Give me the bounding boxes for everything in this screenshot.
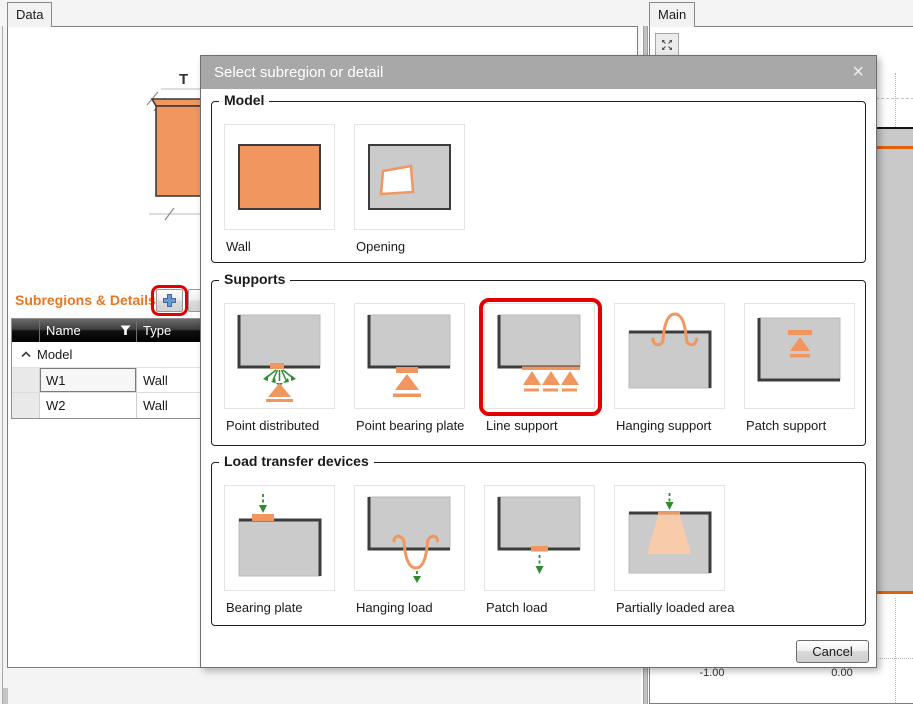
table-row-w1[interactable]: W1 Wall (12, 368, 200, 393)
close-icon[interactable]: × (852, 59, 864, 86)
filter-icon[interactable] (120, 325, 131, 336)
select-subregion-dialog: Select subregion or detail × Model Wall (200, 55, 877, 668)
plus-icon (162, 293, 177, 308)
bearing-plate-icon (232, 492, 327, 584)
cell-w2-type[interactable]: Wall (137, 393, 200, 418)
tab-data[interactable]: Data (7, 2, 52, 27)
subregions-table: Name Type Model W1 Wall W2 Wall (11, 318, 201, 419)
collapse-icon[interactable] (21, 351, 31, 358)
cell-w2-name[interactable]: W2 (40, 393, 137, 418)
group-row-label: Model (37, 347, 72, 362)
wall-icon (232, 131, 327, 223)
column-type-label: Type (143, 323, 171, 338)
add-subregion-button[interactable] (156, 289, 183, 312)
line-support-icon (492, 310, 587, 402)
guide-line (895, 73, 896, 129)
table-corner-cell (12, 319, 40, 342)
partially-loaded-area-icon (622, 492, 717, 584)
group-model-label: Model (219, 92, 269, 108)
tile-opening[interactable]: Opening (354, 124, 467, 254)
table-row-w2[interactable]: W2 Wall (12, 393, 200, 418)
row-header[interactable] (12, 368, 40, 392)
fit-view-button[interactable] (655, 33, 679, 57)
tile-patch-load[interactable]: Patch load (484, 485, 597, 615)
window-edge-line (2, 26, 3, 704)
expand-arrows-icon (660, 38, 674, 52)
cancel-button[interactable]: Cancel (796, 640, 869, 663)
tab-main[interactable]: Main (649, 2, 695, 27)
scrollbar-fragment[interactable] (3, 688, 8, 704)
patch-support-icon (752, 310, 847, 402)
tile-hanging-support[interactable]: Hanging support (614, 303, 727, 433)
table-header-row: Name Type (12, 319, 200, 342)
group-supports: Supports Point distribu (211, 280, 866, 446)
tile-partially-loaded-area[interactable]: Partially loaded area (614, 485, 727, 615)
group-load-transfer-label: Load transfer devices (219, 453, 374, 469)
tile-patch-support[interactable]: Patch support (744, 303, 857, 433)
group-supports-label: Supports (219, 271, 290, 287)
opening-icon (362, 131, 457, 223)
guide-line (871, 98, 913, 99)
table-group-row-model[interactable]: Model (12, 342, 200, 368)
tile-point-distributed[interactable]: Point distributed (224, 303, 337, 433)
patch-load-icon (492, 492, 587, 584)
column-header-name[interactable]: Name (40, 319, 137, 342)
dimension-label-T: T (179, 71, 188, 88)
tile-line-support[interactable]: Line support (484, 303, 597, 433)
group-model: Model Wall Opening (211, 101, 866, 263)
column-name-label: Name (46, 323, 81, 338)
cell-w1-type[interactable]: Wall (137, 368, 200, 392)
axis-label-left: -1.00 (688, 667, 736, 679)
point-bearing-plate-icon (362, 310, 457, 402)
axis-label-right: 0.00 (818, 667, 866, 679)
tile-bearing-plate[interactable]: Bearing plate (224, 485, 337, 615)
dialog-title: Select subregion or detail (201, 56, 876, 89)
tile-point-bearing-plate[interactable]: Point bearing plate (354, 303, 467, 433)
tile-wall[interactable]: Wall (224, 124, 337, 254)
group-load-transfer: Load transfer devices Bearing plate (211, 462, 866, 626)
hanging-support-icon (622, 310, 717, 402)
hanging-load-icon (362, 492, 457, 584)
tile-hanging-load[interactable]: Hanging load (354, 485, 467, 615)
cell-w1-name[interactable]: W1 (40, 368, 137, 392)
column-header-type[interactable]: Type (137, 319, 200, 342)
guide-line (895, 598, 896, 704)
point-distributed-icon (232, 310, 327, 402)
subregions-heading: Subregions & Details (15, 292, 156, 308)
row-header[interactable] (12, 393, 40, 418)
